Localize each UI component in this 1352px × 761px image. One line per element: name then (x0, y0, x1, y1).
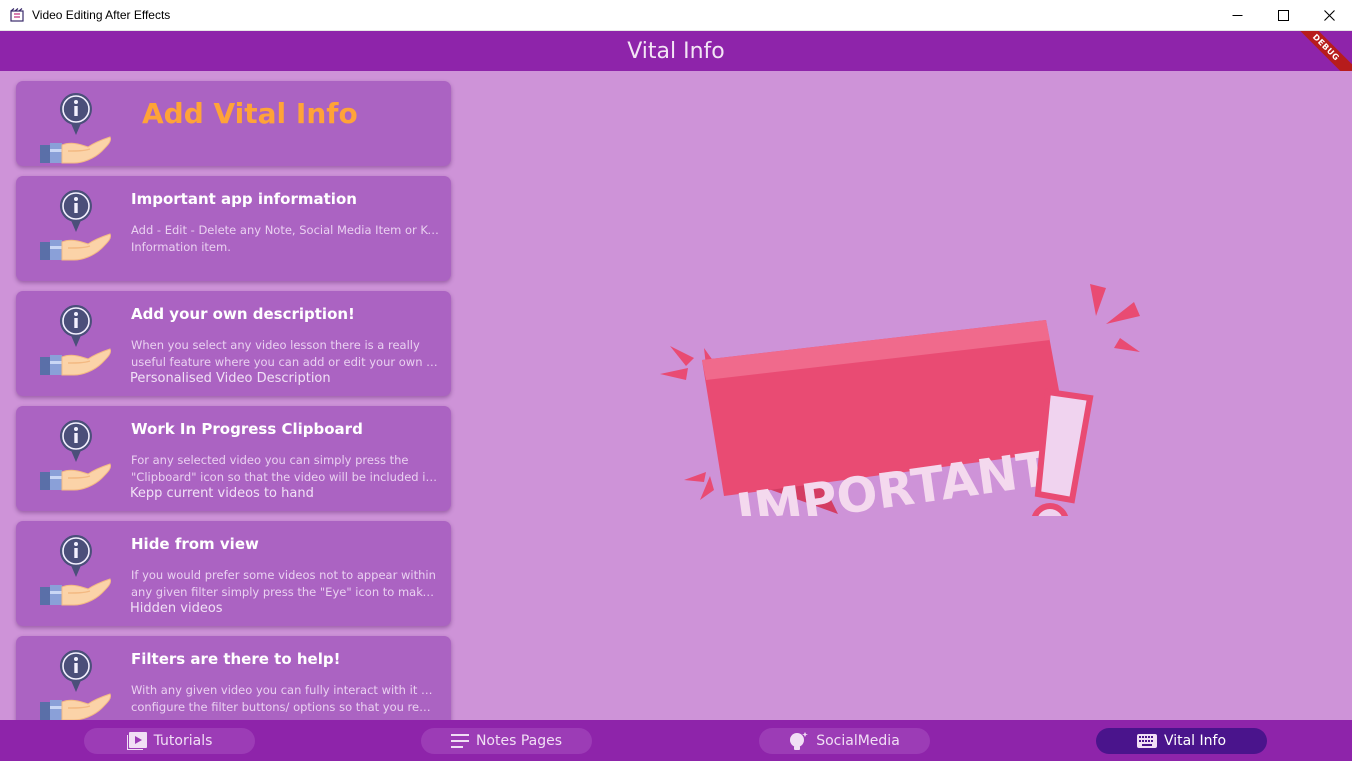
description-line: any given filter simply press the "Eye" … (131, 585, 439, 599)
description-line: configure the filter buttons/ options so… (131, 700, 439, 714)
lightbulb-icon (789, 731, 809, 751)
list-item-title: Add your own description! (131, 305, 355, 323)
keyboard-icon (1136, 734, 1157, 748)
add-vital-info-title: Add Vital Info (142, 97, 358, 130)
list-item-subtitle: Kepp current videos to hand (130, 486, 314, 501)
list-item-title: Work In Progress Clipboard (131, 420, 363, 438)
list-item-title: Hide from view (131, 535, 259, 553)
description-line: If you would prefer some videos not to a… (131, 568, 436, 582)
nav-label: Tutorials (153, 733, 213, 749)
window-titlebar: Video Editing After Effects (0, 0, 1352, 31)
nav-label: SocialMedia (816, 733, 900, 749)
info-hand-icon (38, 188, 114, 268)
info-hand-icon (38, 533, 114, 613)
nav-tutorials-button[interactable]: Tutorials (84, 728, 255, 754)
important-illustration: IMPORTANT (660, 284, 1140, 516)
list-item-description: When you select any video lesson there i… (131, 337, 439, 371)
maximize-icon (1277, 9, 1289, 21)
list-item[interactable]: Filters are there to help! With any give… (16, 636, 451, 720)
nav-label: Vital Info (1163, 733, 1227, 749)
main-content: Add Vital Info Important app information… (0, 71, 1352, 720)
description-line: With any given video you can fully inter… (131, 683, 439, 697)
list-item[interactable]: Add your own description! When you selec… (16, 291, 451, 396)
close-icon (1323, 9, 1335, 21)
description-line: "Clipboard" icon so that the video will … (131, 470, 439, 484)
video-library-icon (126, 732, 147, 750)
notes-icon (450, 734, 469, 748)
description-line: useful feature where you can add or edit… (131, 355, 439, 369)
description-line: Add - Edit - Delete any Note, Social Med… (131, 223, 439, 237)
list-item-description: With any given video you can fully inter… (131, 682, 439, 716)
description-line: For any selected video you can simply pr… (131, 453, 409, 467)
list-item-description: For any selected video you can simply pr… (131, 452, 439, 486)
nav-vital-info-button[interactable]: Vital Info (1096, 728, 1267, 754)
app-icon (9, 7, 25, 23)
list-item-title: Important app information (131, 190, 357, 208)
list-item-subtitle: Hidden videos (130, 601, 223, 616)
list-item-description: Add - Edit - Delete any Note, Social Med… (131, 222, 439, 256)
debug-banner: DEBUG (1286, 31, 1352, 71)
info-hand-icon (38, 303, 114, 383)
list-item[interactable]: Hide from view If you would prefer some … (16, 521, 451, 626)
maximize-button[interactable] (1260, 0, 1306, 31)
nav-label: Notes Pages (475, 733, 563, 749)
nav-socialmedia-button[interactable]: SocialMedia (759, 728, 930, 754)
list-item[interactable]: Important app information Add - Edit - D… (16, 176, 451, 281)
close-button[interactable] (1306, 0, 1352, 31)
add-vital-info-card[interactable]: Add Vital Info (16, 81, 451, 166)
minimize-icon (1232, 14, 1242, 16)
info-hand-icon (38, 418, 114, 498)
page-title: Vital Info (627, 38, 725, 64)
window-title: Video Editing After Effects (32, 8, 171, 22)
app-bar: Vital Info DEBUG (0, 31, 1352, 71)
description-line: Information item. (131, 240, 231, 254)
minimize-button[interactable] (1214, 0, 1260, 31)
bottom-navigation: Tutorials Notes Pages SocialMedia Vital … (0, 720, 1352, 761)
list-item-description: If you would prefer some videos not to a… (131, 567, 439, 601)
list-item-subtitle: Personalised Video Description (130, 371, 331, 386)
description-line: When you select any video lesson there i… (131, 338, 420, 352)
info-hand-icon (38, 91, 114, 166)
list-item[interactable]: Work In Progress Clipboard For any selec… (16, 406, 451, 511)
info-hand-icon (38, 648, 114, 720)
nav-notes-pages-button[interactable]: Notes Pages (421, 728, 592, 754)
list-item-title: Filters are there to help! (131, 650, 341, 668)
